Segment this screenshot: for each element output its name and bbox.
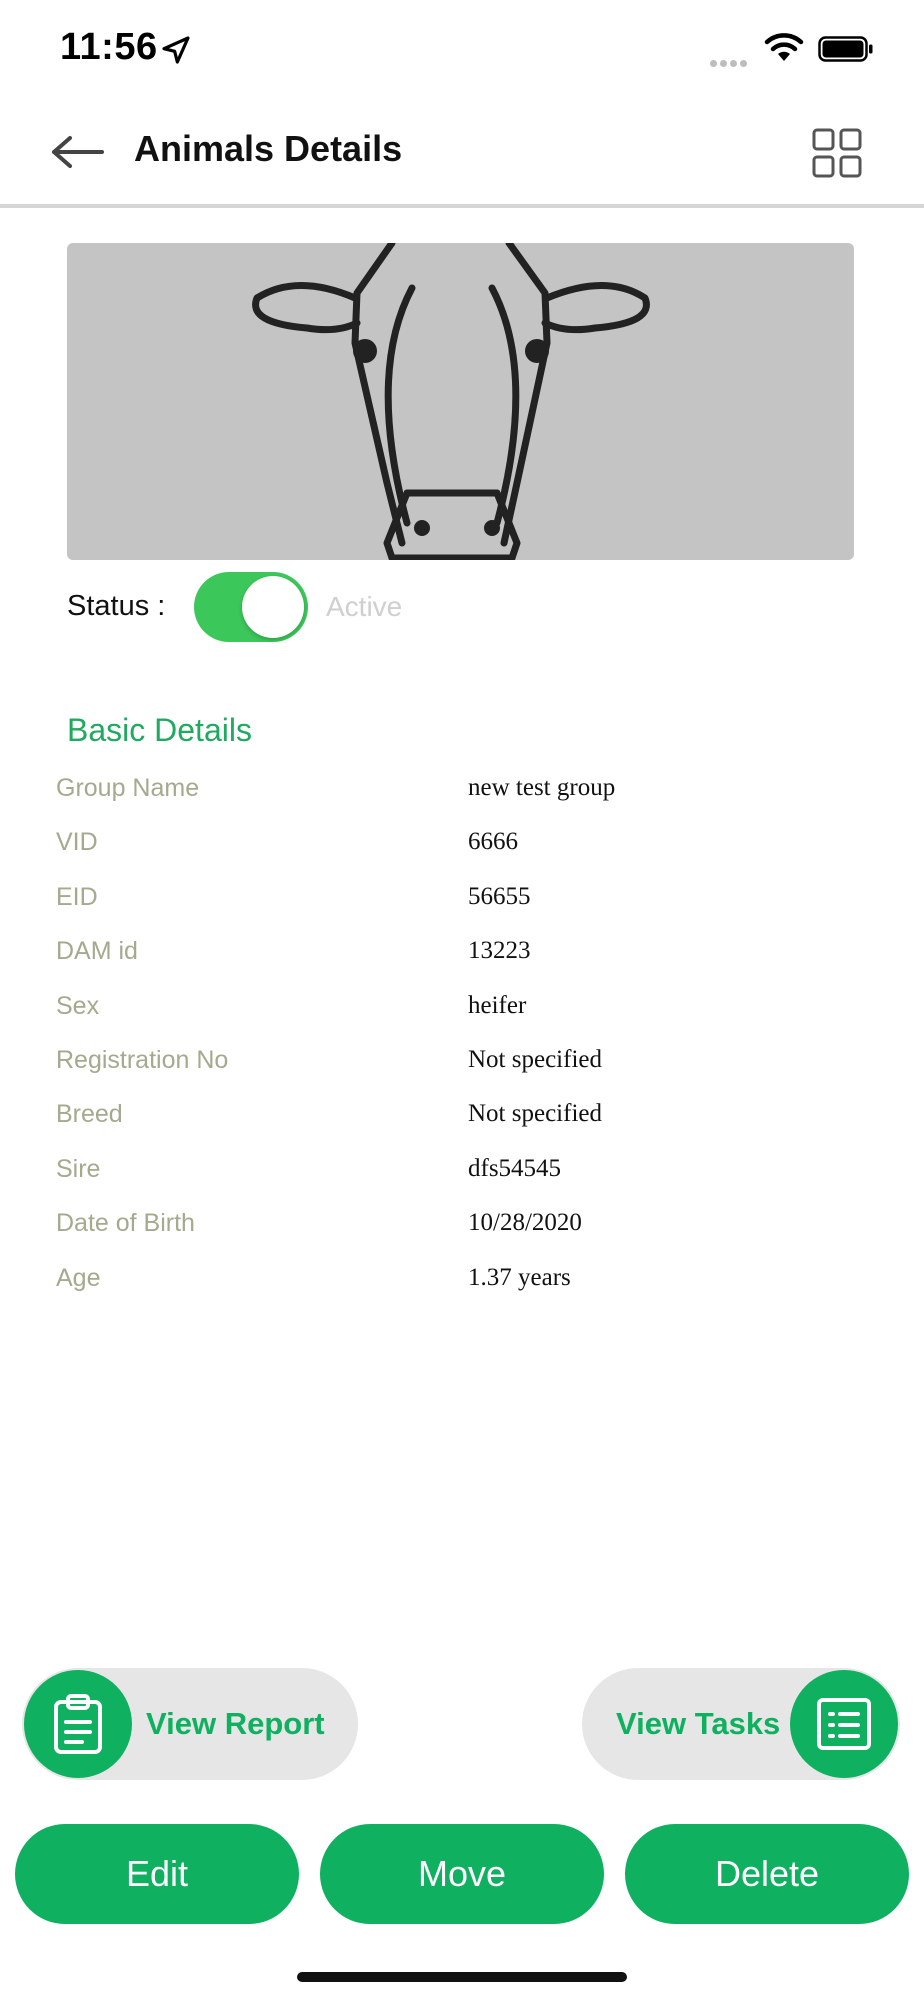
detail-row-age: Age 1.37 years [56, 1258, 876, 1312]
toggle-knob [242, 576, 304, 638]
detail-label: Group Name [56, 774, 200, 802]
move-button[interactable]: Move [320, 1824, 604, 1924]
back-arrow-icon[interactable] [48, 130, 108, 174]
home-indicator [297, 1972, 627, 1982]
task-list-icon [790, 1670, 898, 1778]
detail-label: DAM id [56, 937, 138, 966]
status-label: Status : [67, 590, 166, 622]
detail-row-sire: Sire dfs54545 [56, 1149, 876, 1203]
detail-label: Age [56, 1263, 101, 1292]
detail-value: 56655 [468, 882, 531, 910]
detail-value: new test group [468, 774, 616, 801]
detail-row-eid: EID 56655 [56, 877, 876, 931]
detail-row-date-of-birth: Date of Birth 10/28/2020 [56, 1203, 876, 1257]
status-time: 11:56 [60, 26, 158, 68]
detail-value: 10/28/2020 [468, 1209, 582, 1237]
detail-row-sex: Sex heifer [56, 986, 876, 1040]
grid-icon[interactable] [812, 128, 862, 178]
clipboard-icon [24, 1670, 132, 1778]
status-toggle[interactable] [194, 572, 308, 642]
view-tasks-button[interactable]: View Tasks [582, 1668, 900, 1780]
detail-value: 13223 [468, 937, 531, 965]
detail-row-breed: Breed Not specified [56, 1094, 876, 1148]
detail-label: Sire [56, 1154, 101, 1183]
detail-row-group-name: Group Name new test group [56, 768, 876, 822]
battery-icon [818, 36, 873, 62]
page-title: Animals Details [134, 128, 403, 169]
detail-label: Breed [56, 1100, 123, 1129]
edit-button[interactable]: Edit [15, 1824, 299, 1924]
detail-label: Date of Birth [56, 1209, 195, 1238]
detail-value: Not specified [468, 1045, 602, 1073]
detail-value: 6666 [468, 828, 518, 856]
view-tasks-label: View Tasks [616, 1706, 781, 1741]
detail-label: Sex [56, 991, 100, 1020]
detail-value: dfs54545 [468, 1154, 562, 1182]
detail-value: 1.37 years [468, 1263, 571, 1291]
detail-row-vid: VID 6666 [56, 822, 876, 876]
detail-value: heifer [468, 991, 527, 1019]
basic-details-list: Group Name new test group VID 6666 EID 5… [56, 768, 876, 1312]
detail-value: Not specified [468, 1100, 602, 1128]
delete-button[interactable]: Delete [625, 1824, 909, 1924]
detail-label: EID [56, 882, 98, 911]
section-title-basic-details: Basic Details [67, 712, 252, 748]
status-row: Status : Active [67, 570, 847, 642]
location-arrow-icon [162, 36, 190, 64]
detail-row-dam-id: DAM id 13223 [56, 931, 876, 985]
view-report-label: View Report [146, 1706, 325, 1741]
status-bar: 11:56 [0, 0, 924, 100]
cow-face-illustration [252, 243, 650, 560]
cellular-dots-icon [710, 54, 750, 72]
wifi-icon [764, 33, 804, 61]
app-header: Animals Details [0, 100, 924, 208]
detail-label: Registration No [56, 1045, 229, 1074]
animal-image [67, 243, 854, 560]
status-value: Active [326, 591, 403, 622]
detail-label: VID [56, 828, 98, 857]
view-report-button[interactable]: View Report [22, 1668, 358, 1780]
detail-row-registration-no: Registration No Not specified [56, 1040, 876, 1094]
